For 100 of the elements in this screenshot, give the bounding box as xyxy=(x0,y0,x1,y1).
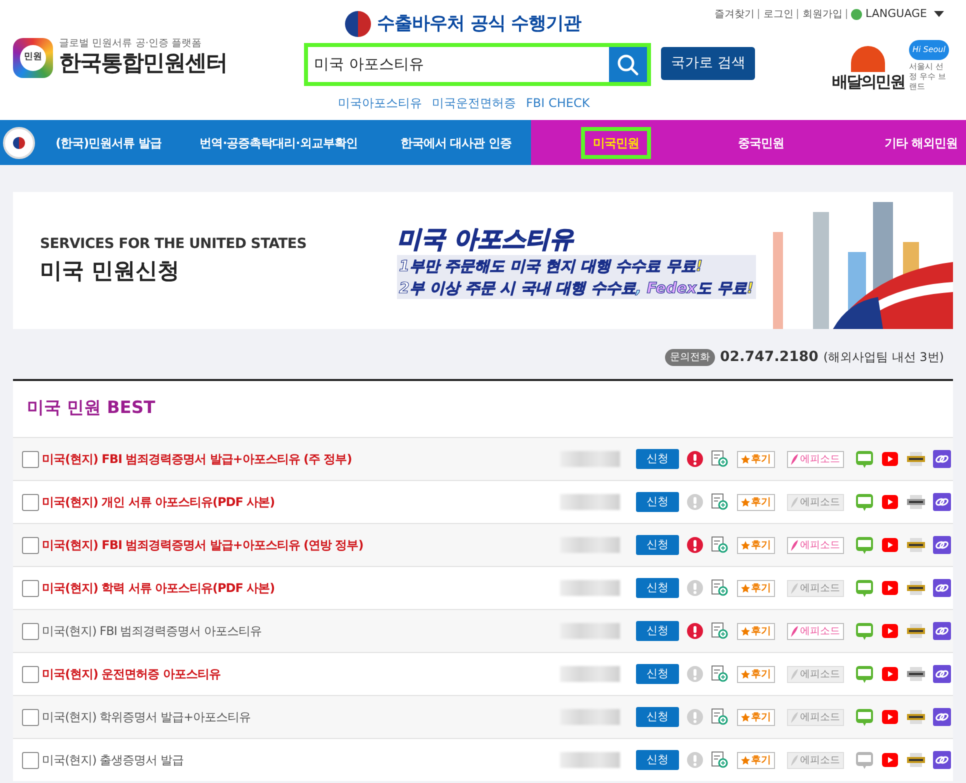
nav-tab[interactable]: 번역·공증촉탁대리·외교부확인 xyxy=(200,130,358,154)
service-link[interactable]: 미국(현지) 학력 서류 아포스티유(PDF 사본) xyxy=(42,579,552,597)
document-search-icon[interactable] xyxy=(711,536,729,554)
top-link[interactable]: 로그인 xyxy=(763,6,794,22)
newspaper-icon[interactable] xyxy=(907,752,925,768)
newspaper-icon[interactable] xyxy=(907,666,925,682)
apply-button[interactable]: 신청 xyxy=(636,707,679,727)
caret-icon xyxy=(934,11,944,18)
nav-tab[interactable]: 미국민원 xyxy=(581,126,651,158)
nav-tab[interactable]: (한국)민원서류 발급 xyxy=(56,130,162,154)
review-button[interactable]: 후기 xyxy=(737,622,775,640)
apply-button[interactable]: 신청 xyxy=(636,449,679,469)
link-icon[interactable] xyxy=(933,579,951,597)
checkbox[interactable] xyxy=(22,708,39,726)
nav-tab[interactable]: 기타 해외민원 xyxy=(884,130,958,154)
feather-icon xyxy=(791,712,799,722)
video-play-icon[interactable] xyxy=(881,751,899,769)
episode-button[interactable]: 에피소드 xyxy=(787,708,844,726)
apply-button[interactable]: 신청 xyxy=(636,664,679,684)
service-link[interactable]: 미국(현지) 출생증명서 발급 xyxy=(42,751,552,769)
checkbox[interactable] xyxy=(22,536,39,554)
review-button[interactable]: 후기 xyxy=(737,666,775,682)
blog-icon[interactable] xyxy=(856,666,873,682)
link-icon[interactable] xyxy=(933,708,951,726)
service-link[interactable]: 미국(현지) FBI 범죄경력증명서 발급+아포스티유 (주 정부) xyxy=(42,450,552,468)
service-link[interactable]: 미국(현지) FBI 범죄경력증명서 아포스티유 xyxy=(42,622,552,640)
apply-button[interactable]: 신청 xyxy=(636,578,679,598)
country-search-button[interactable]: 국가로 검색 xyxy=(661,47,756,80)
link-icon[interactable] xyxy=(933,536,951,554)
checkbox[interactable] xyxy=(22,622,39,640)
review-button[interactable]: 후기 xyxy=(737,494,775,510)
service-link[interactable]: 미국(현지) FBI 범죄경력증명서 발급+아포스티유 (연방 정부) xyxy=(42,536,552,554)
document-search-icon[interactable] xyxy=(711,665,729,683)
review-button[interactable]: 후기 xyxy=(737,752,775,768)
episode-button[interactable]: 에피소드 xyxy=(787,450,844,468)
apply-button[interactable]: 신청 xyxy=(636,535,679,555)
alert-icon[interactable] xyxy=(687,623,703,639)
service-link[interactable]: 미국(현지) 개인 서류 아포스티유(PDF 사본) xyxy=(42,493,552,511)
review-button[interactable]: 후기 xyxy=(737,450,775,468)
newspaper-icon[interactable] xyxy=(907,623,925,639)
blog-icon[interactable] xyxy=(856,494,873,510)
document-search-icon[interactable] xyxy=(711,751,729,769)
newspaper-icon[interactable] xyxy=(907,494,925,510)
service-link[interactable]: 미국(현지) 운전면허증 아포스티유 xyxy=(42,665,552,683)
checkbox[interactable] xyxy=(22,580,39,596)
checkbox[interactable] xyxy=(22,450,39,468)
document-search-icon[interactable] xyxy=(711,493,729,511)
video-play-icon[interactable] xyxy=(881,622,899,640)
checkbox[interactable] xyxy=(22,752,39,768)
apply-button[interactable]: 신청 xyxy=(636,492,679,512)
newspaper-icon[interactable] xyxy=(907,451,925,467)
quick-link[interactable]: 미국운전면허증 xyxy=(432,94,516,112)
video-play-icon[interactable] xyxy=(881,450,899,468)
top-link[interactable]: 회원가입 xyxy=(802,6,842,22)
video-play-icon[interactable] xyxy=(881,536,899,554)
review-button[interactable]: 후기 xyxy=(737,536,775,554)
document-search-icon[interactable] xyxy=(711,579,729,597)
link-icon[interactable] xyxy=(933,450,951,468)
link-icon[interactable] xyxy=(933,622,951,640)
video-play-icon[interactable] xyxy=(881,579,899,597)
document-search-icon[interactable] xyxy=(711,622,729,640)
document-search-icon[interactable] xyxy=(711,708,729,726)
link-icon[interactable] xyxy=(933,665,951,683)
phone-note: (해외사업팀 내선 3번) xyxy=(823,349,944,366)
language-link[interactable]: LANGUAGE xyxy=(851,6,944,22)
apply-button[interactable]: 신청 xyxy=(636,621,679,641)
blog-icon[interactable] xyxy=(856,622,873,640)
review-button[interactable]: 후기 xyxy=(737,580,775,596)
episode-button[interactable]: 에피소드 xyxy=(787,622,844,640)
alert-icon[interactable] xyxy=(687,537,703,553)
link-icon[interactable] xyxy=(933,493,951,511)
checkbox[interactable] xyxy=(22,666,39,682)
link-icon[interactable] xyxy=(933,751,951,769)
blog-icon[interactable] xyxy=(856,536,873,554)
episode-button[interactable]: 에피소드 xyxy=(787,494,844,510)
blog-icon[interactable] xyxy=(856,580,873,596)
newspaper-icon[interactable] xyxy=(907,537,925,553)
alert-icon[interactable] xyxy=(687,451,703,467)
checkbox[interactable] xyxy=(22,494,39,510)
nav-tab[interactable]: 중국민원 xyxy=(738,130,784,154)
blog-icon[interactable] xyxy=(856,752,873,768)
nav-tab[interactable]: 한국에서 대사관 인증 xyxy=(400,130,512,154)
video-play-icon[interactable] xyxy=(881,665,899,683)
blog-icon[interactable] xyxy=(856,708,873,726)
blog-icon[interactable] xyxy=(856,450,873,468)
apply-button[interactable]: 신청 xyxy=(636,750,679,770)
video-play-icon[interactable] xyxy=(881,493,899,511)
episode-button[interactable]: 에피소드 xyxy=(787,580,844,596)
episode-button[interactable]: 에피소드 xyxy=(787,536,844,554)
episode-button[interactable]: 에피소드 xyxy=(787,666,844,682)
top-link[interactable]: 즐겨찾기 xyxy=(714,6,754,22)
document-search-icon[interactable] xyxy=(711,450,729,468)
quick-link[interactable]: FBI CHECK xyxy=(526,94,590,112)
newspaper-icon[interactable] xyxy=(907,709,925,725)
newspaper-icon[interactable] xyxy=(907,580,925,596)
video-play-icon[interactable] xyxy=(881,708,899,726)
review-button[interactable]: 후기 xyxy=(737,708,775,726)
quick-link[interactable]: 미국아포스티유 xyxy=(338,94,422,112)
service-link[interactable]: 미국(현지) 학위증명서 발급+아포스티유 xyxy=(42,708,552,726)
episode-button[interactable]: 에피소드 xyxy=(787,752,844,768)
